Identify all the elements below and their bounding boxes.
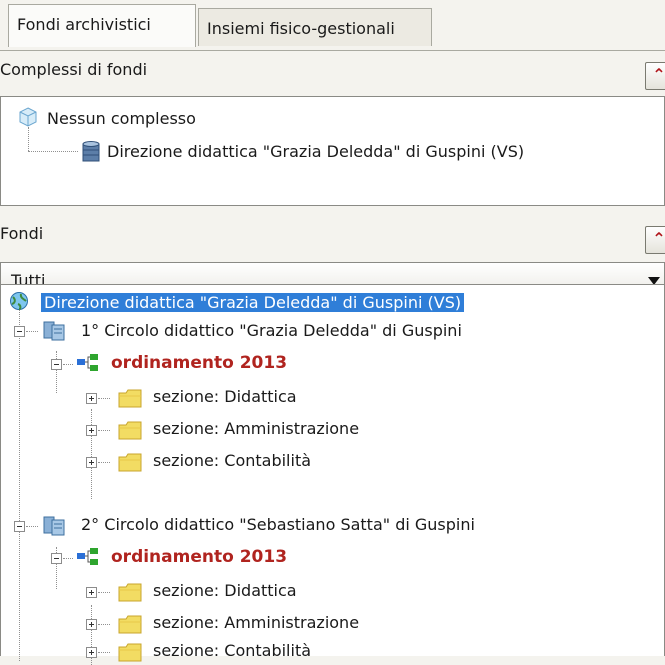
tree-item-sezione-amministrazione[interactable]: sezione: Amministrazione — [153, 417, 359, 441]
expand-node-icon[interactable] — [86, 457, 97, 468]
tab-label: Insiemi fisico-gestionali — [207, 19, 395, 38]
tree-item-sezione-contabilita[interactable]: sezione: Contabilità — [153, 449, 311, 473]
tree-item-circolo-2[interactable]: 2° Circolo didattico "Sebastiano Satta" … — [81, 513, 475, 537]
archive-boxes-icon — [43, 321, 65, 341]
complessi-label: Complessi di fondi — [0, 60, 148, 79]
folder-icon — [118, 421, 142, 440]
tree-connector — [26, 331, 38, 332]
tree-item-ordinamento[interactable]: ordinamento 2013 — [111, 545, 287, 569]
tree-root-direzione-didattica[interactable]: Direzione didattica "Grazia Deledda" di … — [41, 291, 465, 315]
hierarchy-icon — [77, 548, 98, 565]
tree-item-circolo-1[interactable]: 1° Circolo didattico "Grazia Deledda" di… — [81, 319, 462, 343]
tree-item-label: sezione: Amministrazione — [153, 613, 360, 632]
fondi-label: Fondi — [0, 224, 44, 243]
tree-item-label: sezione: Contabilità — [153, 641, 312, 660]
expand-node-icon[interactable] — [86, 587, 97, 598]
hierarchy-icon — [77, 354, 98, 371]
fondi-tree: Direzione didattica "Grazia Deledda" di … — [0, 284, 665, 665]
folder-icon — [118, 615, 142, 634]
tree-item-label: sezione: Didattica — [153, 387, 297, 406]
collapse-node-icon[interactable] — [14, 521, 25, 532]
tree-item-label: ordinamento 2013 — [111, 353, 288, 373]
tree-item-label: sezione: Didattica — [153, 581, 297, 600]
tree-item-label: Direzione didattica "Grazia Deledda" di … — [107, 142, 525, 161]
tab-label: Fondi archivistici — [17, 15, 151, 34]
folder-icon — [118, 389, 142, 408]
tree-connector — [98, 624, 110, 625]
tree-connector — [98, 592, 110, 593]
tab-fondi-archivistici[interactable]: Fondi archivistici — [8, 4, 196, 47]
tree-item-sezione-didattica[interactable]: sezione: Didattica — [153, 579, 297, 603]
tree-item-label: Direzione didattica "Grazia Deledda" di … — [41, 293, 465, 312]
complessi-tree: Nessun complesso Direzione didattica "Gr… — [0, 96, 665, 206]
archive-boxes-icon — [43, 516, 65, 536]
tree-item-nessun-complesso[interactable]: Nessun complesso — [47, 107, 196, 131]
tab-bar: Fondi archivistici Insiemi fisico-gestio… — [0, 0, 665, 51]
folder-icon — [118, 453, 142, 472]
tree-connector — [98, 398, 110, 399]
tree-connector — [28, 127, 29, 151]
collapse-node-icon[interactable] — [14, 326, 25, 337]
tree-item-label: ordinamento 2013 — [111, 547, 288, 567]
tree-connector — [98, 430, 110, 431]
tree-connector — [91, 409, 92, 499]
collapse-node-icon[interactable] — [51, 553, 62, 564]
tree-item-label: 2° Circolo didattico "Sebastiano Satta" … — [81, 515, 475, 534]
tree-item-ordinamento[interactable]: ordinamento 2013 — [111, 351, 287, 375]
globe-icon — [10, 292, 28, 310]
tree-connector — [98, 652, 110, 653]
tab-insiemi-fisico-gestionali[interactable]: Insiemi fisico-gestionali — [198, 8, 432, 46]
collapse-node-icon[interactable] — [51, 359, 62, 370]
tree-item-sezione-amministrazione[interactable]: sezione: Amministrazione — [153, 611, 359, 635]
tree-connector — [56, 351, 57, 393]
database-icon — [82, 141, 100, 162]
tree-connector — [19, 531, 20, 661]
tree-connector — [63, 364, 73, 365]
tree-item-label: 1° Circolo didattico "Grazia Deledda" di… — [81, 321, 462, 340]
tree-item-label: Nessun complesso — [47, 109, 196, 128]
tree-connector — [28, 151, 78, 152]
collapse-complessi-button[interactable]: ⌃ — [645, 62, 665, 90]
expand-node-icon[interactable] — [86, 425, 97, 436]
cube-icon — [19, 107, 37, 127]
tree-connector — [19, 305, 20, 531]
double-chevron-up-icon: ⌃ — [652, 229, 665, 248]
tree-item-sezione-didattica[interactable]: sezione: Didattica — [153, 385, 297, 409]
tree-connector — [98, 462, 110, 463]
expand-node-icon[interactable] — [86, 619, 97, 630]
collapse-fondi-button[interactable]: ⌃ — [645, 226, 665, 254]
folder-icon — [118, 583, 142, 602]
tree-item-direzione-didattica[interactable]: Direzione didattica "Grazia Deledda" di … — [107, 140, 524, 164]
tree-connector — [26, 526, 38, 527]
double-chevron-up-icon: ⌃ — [652, 65, 665, 84]
tree-item-label: sezione: Contabilità — [153, 451, 312, 470]
tree-item-sezione-contabilita[interactable]: sezione: Contabilità — [153, 639, 311, 663]
expand-node-icon[interactable] — [86, 647, 97, 658]
folder-icon — [118, 643, 142, 662]
tree-connector — [63, 558, 73, 559]
expand-node-icon[interactable] — [86, 393, 97, 404]
tree-item-label: sezione: Amministrazione — [153, 419, 360, 438]
